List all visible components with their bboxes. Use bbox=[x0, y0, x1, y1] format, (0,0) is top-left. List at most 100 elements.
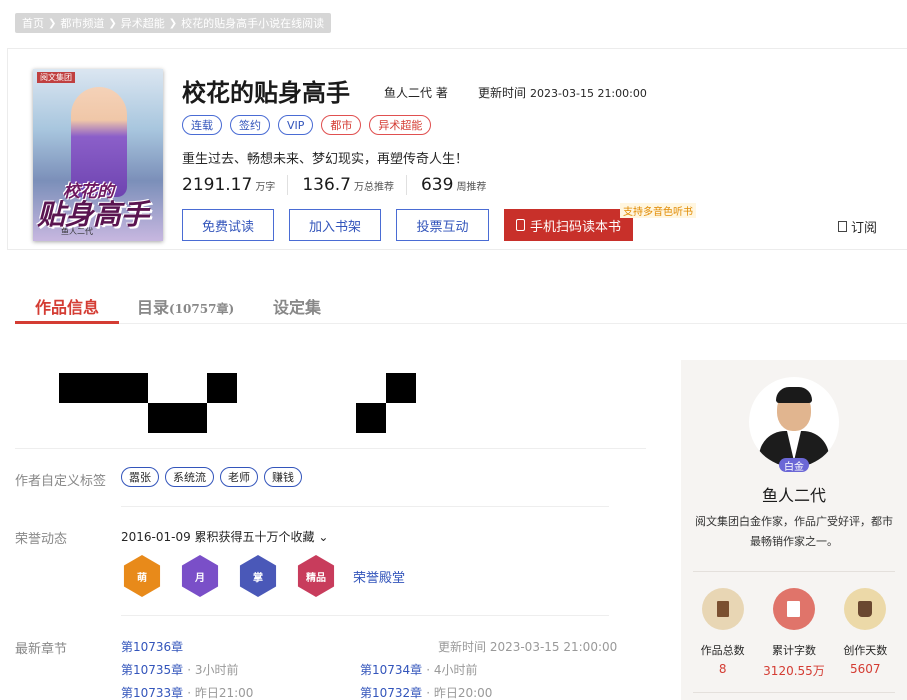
chapter-time: · 昨日20:00 bbox=[426, 686, 493, 700]
breadcrumb-category[interactable]: 异术超能 bbox=[121, 15, 165, 31]
author-level-badge: 白金 bbox=[779, 458, 809, 473]
chevron-right-icon: ❯ bbox=[48, 17, 57, 29]
tag-vip: VIP bbox=[278, 115, 314, 135]
cover-author: 鱼人二代 bbox=[61, 227, 93, 236]
badge-icon[interactable]: 萌 bbox=[123, 555, 161, 597]
book-author[interactable]: 鱼人二代 著 bbox=[384, 84, 448, 101]
stat-week-recommend: 639 周推荐 bbox=[421, 175, 498, 195]
custom-tags-label: 作者自定义标签 bbox=[15, 474, 107, 489]
list-item: 第10733章 · 昨日21:00 bbox=[121, 684, 253, 700]
book-header: 阅文集团 校花的 贴身高手 鱼人二代 校花的贴身高手 鱼人二代 著 更新时间 20… bbox=[7, 48, 907, 250]
chapter-link[interactable]: 第10736章 bbox=[121, 640, 183, 654]
breadcrumb-current: 校花的贴身高手小说在线阅读 bbox=[181, 17, 325, 30]
subscribe-label: 订阅 bbox=[851, 221, 878, 236]
breadcrumb: 首页 ❯ 都市频道 ❯ 异术超能 ❯ 校花的贴身高手小说在线阅读 bbox=[15, 13, 332, 33]
document-icon bbox=[838, 221, 847, 232]
author-stats: 作品总数 8 累计字数 3120.55万 创作天数 5607 bbox=[681, 588, 907, 679]
custom-tag[interactable]: 嚣张 bbox=[121, 467, 159, 487]
badge-text: 精品 bbox=[306, 572, 326, 584]
author-stat-words: 累计字数 3120.55万 bbox=[761, 588, 827, 679]
custom-tag[interactable]: 系统流 bbox=[165, 467, 214, 487]
book-update: 更新时间 2023-03-15 21:00:00 bbox=[478, 84, 647, 101]
scan-read-button[interactable]: 手机扫码读本书 bbox=[504, 209, 633, 241]
cup-icon bbox=[844, 588, 887, 630]
tab-settings[interactable]: 设定集 bbox=[273, 294, 321, 318]
book-icon bbox=[701, 588, 744, 630]
author-desc: 阅文集团白金作家，作品广受好评，都市最畅销作家之一。 bbox=[695, 515, 893, 548]
chapter-link[interactable]: 第10735章 bbox=[121, 663, 183, 677]
book-intro: 重生过去、畅想未来、梦幻现实，再塑传奇人生！ bbox=[182, 152, 469, 167]
stat-label: 作品总数 bbox=[700, 644, 745, 657]
author-name[interactable]: 鱼人二代 bbox=[681, 482, 907, 506]
stat-unit: 周推荐 bbox=[456, 182, 487, 193]
custom-tag[interactable]: 老师 bbox=[220, 467, 258, 487]
stat-value: 8 bbox=[718, 662, 727, 676]
badge-icon[interactable]: 精品 bbox=[297, 555, 335, 597]
latest-update-time: 更新时间 2023-03-15 21:00:00 bbox=[438, 640, 618, 654]
breadcrumb-channel[interactable]: 都市频道 bbox=[60, 15, 104, 31]
stat-words: 2191.17 万字 bbox=[182, 175, 289, 195]
badge-text: 月 bbox=[195, 572, 205, 584]
stat-total-recommend: 136.7 万总推荐 bbox=[302, 175, 407, 195]
audio-tip-badge: 支持多音色听书 bbox=[620, 203, 696, 218]
latest-chapter-label: 最新章节 bbox=[15, 642, 68, 657]
book-tags: 连载 签约 VIP 都市 异术超能 bbox=[182, 115, 432, 135]
stat-label: 累计字数 bbox=[771, 644, 816, 657]
divider bbox=[121, 506, 609, 507]
author-stat-works: 作品总数 8 bbox=[690, 588, 756, 679]
chapter-link[interactable]: 第10732章 bbox=[360, 686, 422, 700]
tab-label: 作品信息 bbox=[35, 298, 100, 317]
tabs-divider bbox=[15, 323, 907, 324]
honor-label: 荣誉动态 bbox=[15, 532, 68, 547]
subscribe-link[interactable]: 订阅 bbox=[838, 217, 877, 236]
chapter-time: · 昨日21:00 bbox=[187, 686, 254, 700]
chapter-time: · 3小时前 bbox=[187, 663, 239, 677]
update-time: 2023-03-15 21:00:00 bbox=[530, 87, 647, 100]
latest-chapter[interactable]: 第10736章 bbox=[121, 638, 183, 655]
tab-info[interactable]: 作品信息 bbox=[35, 294, 99, 318]
tag-category[interactable]: 异术超能 bbox=[369, 115, 432, 135]
list-item: 第10732章 · 昨日20:00 bbox=[360, 684, 492, 700]
stat-unit: 万总推荐 bbox=[353, 182, 394, 193]
honor-text[interactable]: 2016-01-09 累积获得五十万个收藏 ⌄ bbox=[121, 528, 328, 545]
vote-button[interactable]: 投票互动 bbox=[396, 209, 489, 241]
add-shelf-button[interactable]: 加入书架 bbox=[289, 209, 381, 241]
tab-active-underline bbox=[15, 321, 119, 324]
custom-tag[interactable]: 赚钱 bbox=[264, 467, 302, 487]
scan-read-label: 手机扫码读本书 bbox=[529, 218, 621, 234]
cover-title-big: 贴身高手 bbox=[37, 198, 150, 231]
avatar[interactable] bbox=[749, 377, 839, 467]
book-title: 校花的贴身高手 bbox=[182, 79, 350, 107]
tag-status: 连载 bbox=[182, 115, 222, 135]
chevron-right-icon: ❯ bbox=[168, 17, 178, 29]
badge-icon[interactable]: 掌 bbox=[239, 555, 277, 597]
author-card: 白金 鱼人二代 阅文集团白金作家，作品广受好评，都市最畅销作家之一。 作品总数 … bbox=[681, 360, 907, 700]
stat-value: 136.7 bbox=[302, 175, 351, 195]
badge-icon[interactable]: 月 bbox=[181, 555, 219, 597]
tag-channel[interactable]: 都市 bbox=[321, 115, 362, 135]
stat-value: 2191.17 bbox=[182, 175, 253, 195]
author-stat-days: 创作天数 5607 bbox=[832, 588, 898, 679]
honor-hall-link[interactable]: 荣誉殿堂 bbox=[353, 567, 405, 586]
book-stats: 2191.17 万字 136.7 万总推荐 639 周推荐 bbox=[182, 175, 512, 195]
book-cover[interactable]: 阅文集团 校花的 贴身高手 鱼人二代 bbox=[33, 69, 163, 241]
tab-label: 设定集 bbox=[273, 298, 322, 317]
free-read-button[interactable]: 免费试读 bbox=[182, 209, 274, 241]
chapter-link[interactable]: 第10733章 bbox=[121, 686, 183, 700]
stat-value: 3120.55万 bbox=[763, 664, 825, 678]
breadcrumb-home[interactable]: 首页 bbox=[22, 15, 44, 31]
list-item: 第10734章 · 4小时前 bbox=[360, 661, 477, 678]
tab-count: (10757章) bbox=[169, 302, 235, 316]
divider bbox=[693, 692, 895, 693]
divider bbox=[121, 615, 609, 616]
update-label: 更新时间 bbox=[478, 86, 527, 100]
tab-catalog[interactable]: 目录(10757章) bbox=[137, 294, 234, 318]
divider bbox=[15, 448, 646, 449]
badge-text: 萌 bbox=[137, 572, 147, 584]
cover-publisher: 阅文集团 bbox=[37, 72, 75, 83]
tag-signed: 签约 bbox=[230, 115, 270, 135]
honor-badges: 萌 月 掌 精品 荣誉殿堂 bbox=[121, 555, 405, 597]
custom-tags: 嚣张 系统流 老师 赚钱 bbox=[121, 467, 302, 487]
chapter-link[interactable]: 第10734章 bbox=[360, 663, 422, 677]
stat-label: 创作天数 bbox=[843, 644, 888, 657]
